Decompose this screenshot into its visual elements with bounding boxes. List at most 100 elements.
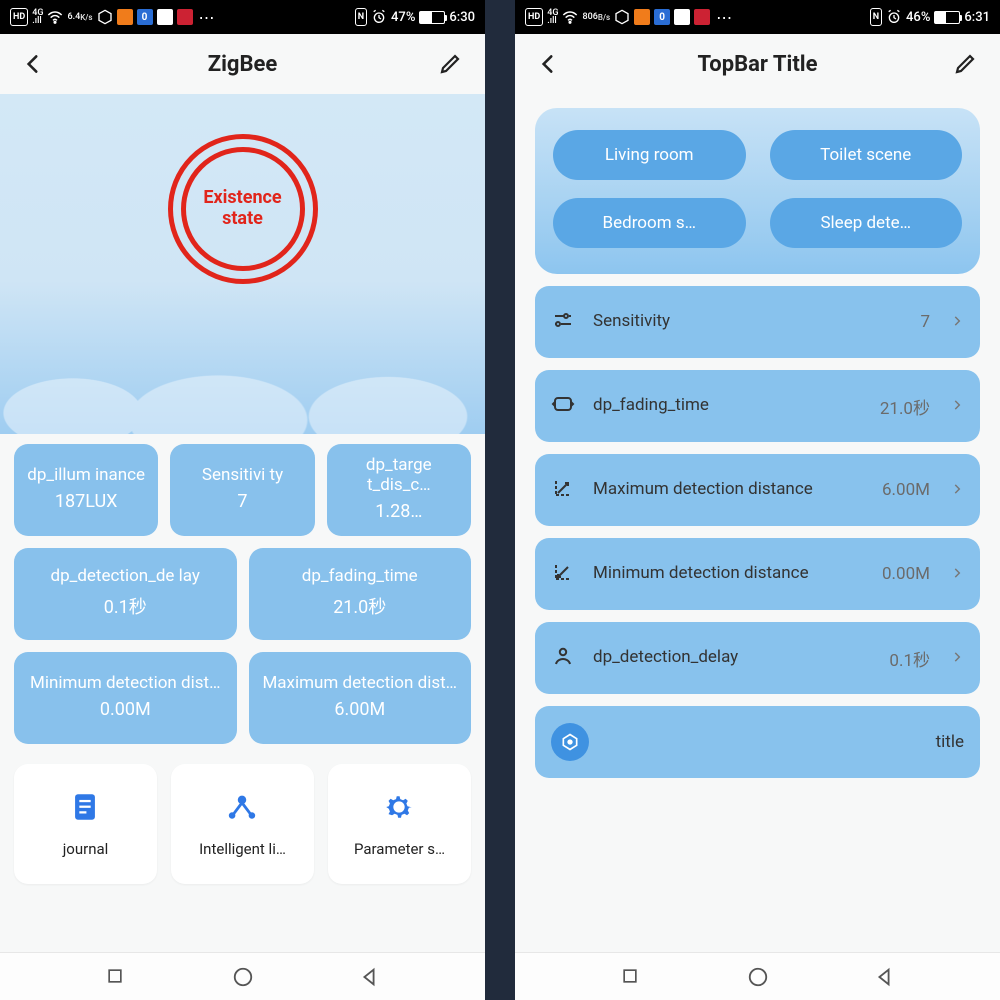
- tile-fading-time[interactable]: dp_fading_time21.0秒: [249, 548, 472, 640]
- edit-button[interactable]: [954, 51, 980, 77]
- lte-icon: 4G.ıll: [547, 8, 558, 26]
- phone-right: HD 4G.ıll 806B/s 0 ⋯ N 46% 6:31 TopB: [515, 0, 1000, 1000]
- system-navbar: [515, 952, 1000, 1000]
- wifi-icon: [562, 8, 578, 26]
- network-icon: [225, 790, 261, 826]
- home-button[interactable]: [232, 966, 254, 988]
- row-min-distance[interactable]: Minimum detection distance 0.00M: [535, 538, 980, 610]
- app-icon-red: [177, 9, 193, 25]
- net-speed: 6.4K/s: [67, 8, 92, 26]
- hero-card: Existence state: [0, 94, 485, 434]
- phone-left: HD 4G.ıll 6.4K/s 0 ⋯ N 47% 6:30 ZigB: [0, 0, 485, 1000]
- shortcut-parameters[interactable]: Parameter s…: [328, 764, 471, 884]
- hex-icon: [614, 8, 630, 26]
- edit-button[interactable]: [439, 51, 465, 77]
- scene-sleep[interactable]: Sleep dete…: [770, 198, 963, 248]
- chevron-right-icon: [950, 313, 964, 332]
- row-value: 6.00M: [882, 480, 930, 500]
- existence-state-indicator: Existence state: [168, 134, 318, 284]
- person-icon: [551, 644, 579, 672]
- tile-sensitivity[interactable]: Sensitivi ty7: [170, 444, 314, 536]
- tile-illuminance[interactable]: dp_illum inance187LUX: [14, 444, 158, 536]
- cloud-decor: [0, 364, 485, 434]
- hex-chip-icon: [551, 723, 589, 761]
- page-title: ZigBee: [208, 52, 278, 77]
- row-label: title: [936, 732, 964, 752]
- page-title: TopBar Title: [698, 52, 818, 77]
- wifi-icon: [47, 8, 63, 26]
- app-icon-blue: 0: [137, 9, 153, 25]
- back-button[interactable]: [535, 51, 561, 77]
- app-icon-orange: [117, 9, 133, 25]
- row-max-distance[interactable]: Maximum detection distance 6.00M: [535, 454, 980, 526]
- alarm-icon: [371, 8, 387, 26]
- min-range-icon: [551, 560, 579, 588]
- app-icon-white: [157, 9, 173, 25]
- scene-toilet[interactable]: Toilet scene: [770, 130, 963, 180]
- row-value: 0.00M: [882, 564, 930, 584]
- shortcut-journal[interactable]: journal: [14, 764, 157, 884]
- clock: 6:31: [964, 10, 990, 25]
- row-title[interactable]: title: [535, 706, 980, 778]
- home-button[interactable]: [747, 966, 769, 988]
- app-header: TopBar Title: [515, 34, 1000, 94]
- battery-pct: 46%: [906, 10, 930, 25]
- shortcut-row: journal Intelligent li… Parameter s…: [14, 764, 471, 884]
- app-icon-red: [694, 9, 710, 25]
- clock: 6:30: [449, 10, 475, 25]
- settings-list: Sensitivity 7 dp_fading_time 21.0秒 Maxim…: [535, 286, 980, 778]
- tile-target-distance[interactable]: dp_targe t_dis_c…1.28…: [327, 444, 471, 536]
- scene-card: Living room Toilet scene Bedroom s… Slee…: [535, 108, 980, 274]
- tile-max-distance[interactable]: Maximum detection dist…6.00M: [249, 652, 472, 744]
- more-icon: ⋯: [197, 8, 217, 27]
- shortcut-label: journal: [63, 840, 109, 858]
- row-value: 0.1秒: [889, 646, 930, 671]
- tile-detection-delay[interactable]: dp_detection_de lay0.1秒: [14, 548, 237, 640]
- row-fading-time[interactable]: dp_fading_time 21.0秒: [535, 370, 980, 442]
- nav-back-button[interactable]: [873, 966, 895, 988]
- row-label: dp_detection_delay: [593, 648, 875, 668]
- gear-icon: [382, 790, 418, 826]
- recent-button[interactable]: [620, 966, 642, 988]
- chevron-right-icon: [950, 649, 964, 668]
- more-icon: ⋯: [714, 8, 734, 27]
- row-label: dp_fading_time: [593, 396, 866, 416]
- app-icon-blue: 0: [654, 9, 670, 25]
- tile-grid: dp_illum inance187LUX Sensitivi ty7 dp_t…: [0, 434, 485, 750]
- row-label: Minimum detection distance: [593, 564, 868, 584]
- max-range-icon: [551, 476, 579, 504]
- tile-min-distance[interactable]: Minimum detection dist…0.00M: [14, 652, 237, 744]
- statusbar: HD 4G.ıll 806B/s 0 ⋯ N 46% 6:31: [515, 0, 1000, 34]
- battery-icon: [934, 11, 960, 24]
- shortcut-label: Intelligent li…: [199, 840, 286, 858]
- shortcut-label: Parameter s…: [354, 840, 445, 858]
- row-detection-delay[interactable]: dp_detection_delay 0.1秒: [535, 622, 980, 694]
- back-button[interactable]: [20, 51, 46, 77]
- system-navbar: [0, 952, 485, 1000]
- statusbar: HD 4G.ıll 6.4K/s 0 ⋯ N 47% 6:30: [0, 0, 485, 34]
- nav-back-button[interactable]: [358, 966, 380, 988]
- battery-icon: [419, 11, 445, 24]
- nfc-icon: N: [355, 8, 367, 26]
- recent-button[interactable]: [105, 966, 127, 988]
- row-sensitivity[interactable]: Sensitivity 7: [535, 286, 980, 358]
- scene-bedroom[interactable]: Bedroom s…: [553, 198, 746, 248]
- scene-living-room[interactable]: Living room: [553, 130, 746, 180]
- sliders-icon: [551, 308, 579, 336]
- chevron-right-icon: [950, 397, 964, 416]
- chevron-right-icon: [950, 481, 964, 500]
- app-icon-orange: [634, 9, 650, 25]
- app-header: ZigBee: [0, 34, 485, 94]
- net-speed: 806B/s: [582, 8, 610, 26]
- row-value: 21.0秒: [880, 394, 930, 419]
- hex-icon: [97, 8, 113, 26]
- shortcut-intelligent[interactable]: Intelligent li…: [171, 764, 314, 884]
- journal-icon: [68, 790, 104, 826]
- nfc-icon: N: [870, 8, 882, 26]
- battery-pct: 47%: [391, 10, 415, 25]
- row-value: 7: [920, 312, 930, 332]
- hd-icon: HD: [10, 8, 28, 26]
- row-label: Sensitivity: [593, 312, 906, 332]
- cycle-icon: [551, 392, 579, 420]
- alarm-icon: [886, 8, 902, 26]
